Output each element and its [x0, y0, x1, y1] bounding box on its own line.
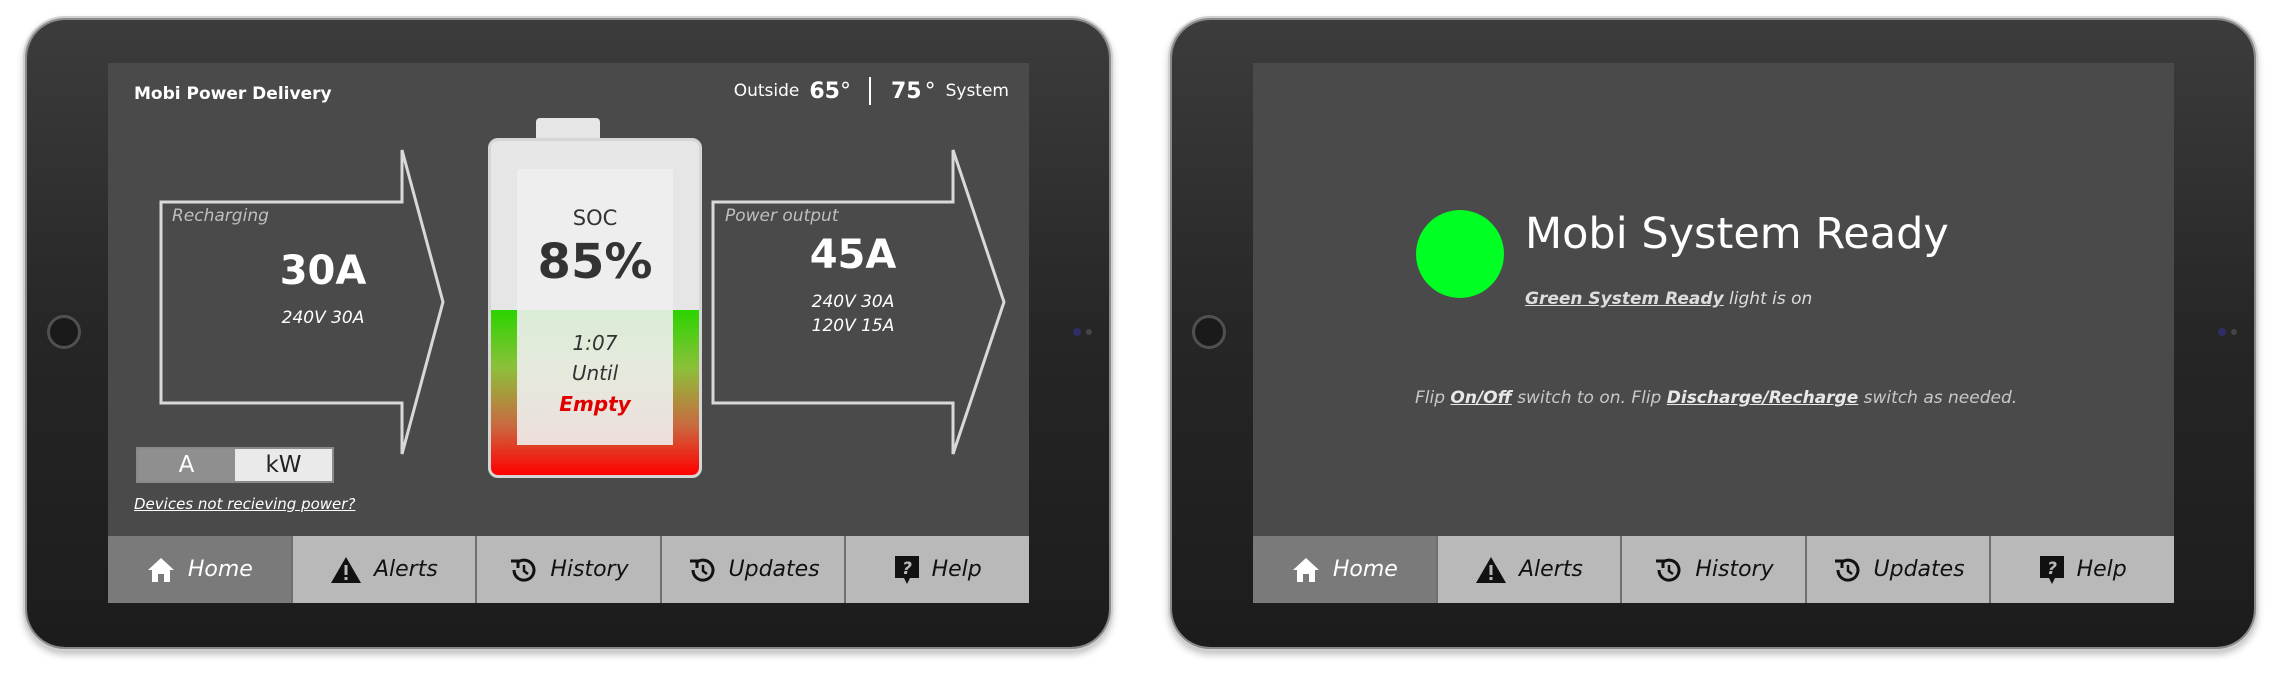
- nav-updates[interactable]: Updates: [661, 536, 845, 603]
- tablet-camera: [1073, 328, 1081, 336]
- soc-label: SOC: [572, 206, 618, 230]
- power-output-detail-1: 240V 30A: [811, 292, 895, 312]
- instr-text-3: switch as needed.: [1858, 388, 2018, 408]
- unit-kw-button[interactable]: kW: [235, 449, 332, 481]
- nav-help-label: Help: [2076, 557, 2127, 582]
- tablet-right: Mobi System Ready Green System Ready lig…: [1172, 20, 2254, 647]
- nav-home-label: Home: [187, 557, 253, 582]
- instr-text-2: switch to on. Flip: [1511, 388, 1667, 408]
- ready-subtitle: Green System Ready light is on: [1525, 289, 1812, 309]
- home-icon: [147, 557, 174, 582]
- nav-updates-label: Updates: [1873, 557, 1965, 582]
- recharging-value: 30A: [279, 248, 367, 294]
- nav-alerts[interactable]: Alerts: [292, 536, 476, 603]
- ready-instructions: Flip On/Off switch to on. Flip Discharge…: [1415, 388, 2017, 408]
- nav-history-label: History: [550, 557, 629, 582]
- system-ready-screen: Mobi System Ready Green System Ready lig…: [1253, 63, 2174, 603]
- discharge-recharge-link[interactable]: Discharge/Recharge: [1667, 388, 1859, 408]
- power-delivery-screen: Mobi Power Delivery Outside 65 ° 75 ° Sy…: [108, 63, 1029, 603]
- help-icon: ?: [894, 555, 919, 584]
- alert-icon: [330, 556, 361, 583]
- ready-status-light: [1416, 210, 1504, 298]
- battery-cap: [536, 118, 600, 140]
- bottom-nav: Home Alerts History Updates ? Help: [108, 536, 1029, 603]
- history-icon: [511, 558, 536, 582]
- nav-home[interactable]: Home: [1253, 536, 1436, 603]
- nav-help[interactable]: ? Help: [1991, 536, 2174, 603]
- ready-title: Mobi System Ready: [1525, 209, 1949, 259]
- battery-time: 1:07: [572, 331, 618, 355]
- tablet-home-button[interactable]: [47, 315, 81, 349]
- unit-toggle[interactable]: A kW: [136, 447, 334, 483]
- nav-help[interactable]: ? Help: [846, 536, 1029, 603]
- nav-history[interactable]: History: [477, 536, 660, 603]
- battery-text: SOC 85% 1:07 Until Empty: [488, 138, 702, 478]
- power-output-value: 45A: [809, 232, 897, 278]
- history-icon: [1656, 558, 1681, 582]
- nav-updates[interactable]: Updates: [1806, 536, 1990, 603]
- nav-home[interactable]: Home: [108, 536, 291, 603]
- home-icon: [1292, 557, 1319, 582]
- nav-alerts-label: Alerts: [373, 557, 438, 582]
- nav-history-label: History: [1695, 557, 1774, 582]
- updates-icon: [1834, 558, 1859, 582]
- unit-a-button[interactable]: A: [138, 449, 235, 481]
- power-output-detail-2: 120V 15A: [811, 316, 895, 336]
- nav-alerts[interactable]: Alerts: [1437, 536, 1621, 603]
- recharge-arrow: [159, 149, 445, 455]
- recharging-detail: 240V 30A: [281, 308, 365, 328]
- devices-help-link[interactable]: Devices not recieving power?: [134, 495, 355, 513]
- on-off-link[interactable]: On/Off: [1450, 388, 1511, 408]
- tablet-left: Mobi Power Delivery Outside 65 ° 75 ° Sy…: [27, 20, 1109, 647]
- nav-home-label: Home: [1332, 557, 1398, 582]
- nav-history[interactable]: History: [1622, 536, 1805, 603]
- nav-alerts-label: Alerts: [1518, 557, 1583, 582]
- battery-state: Empty: [559, 392, 631, 416]
- instr-text-1: Flip: [1415, 388, 1451, 408]
- soc-value: 85%: [537, 234, 653, 290]
- nav-help-label: Help: [931, 557, 982, 582]
- ready-sub-text: light is on: [1723, 289, 1813, 309]
- recharging-label: Recharging: [172, 206, 269, 226]
- tablet-home-button[interactable]: [1192, 315, 1226, 349]
- updates-icon: [689, 558, 714, 582]
- tablet-camera: [2218, 328, 2226, 336]
- svg-text:?: ?: [902, 559, 912, 579]
- alert-icon: [1475, 556, 1506, 583]
- bottom-nav: Home Alerts History Updates ? Help: [1253, 536, 2174, 603]
- svg-text:?: ?: [2047, 559, 2057, 579]
- ready-sub-link[interactable]: Green System Ready: [1525, 289, 1724, 309]
- nav-updates-label: Updates: [728, 557, 820, 582]
- help-icon: ?: [2039, 555, 2064, 584]
- battery-until: Until: [571, 361, 619, 385]
- power-output-label: Power output: [725, 206, 839, 226]
